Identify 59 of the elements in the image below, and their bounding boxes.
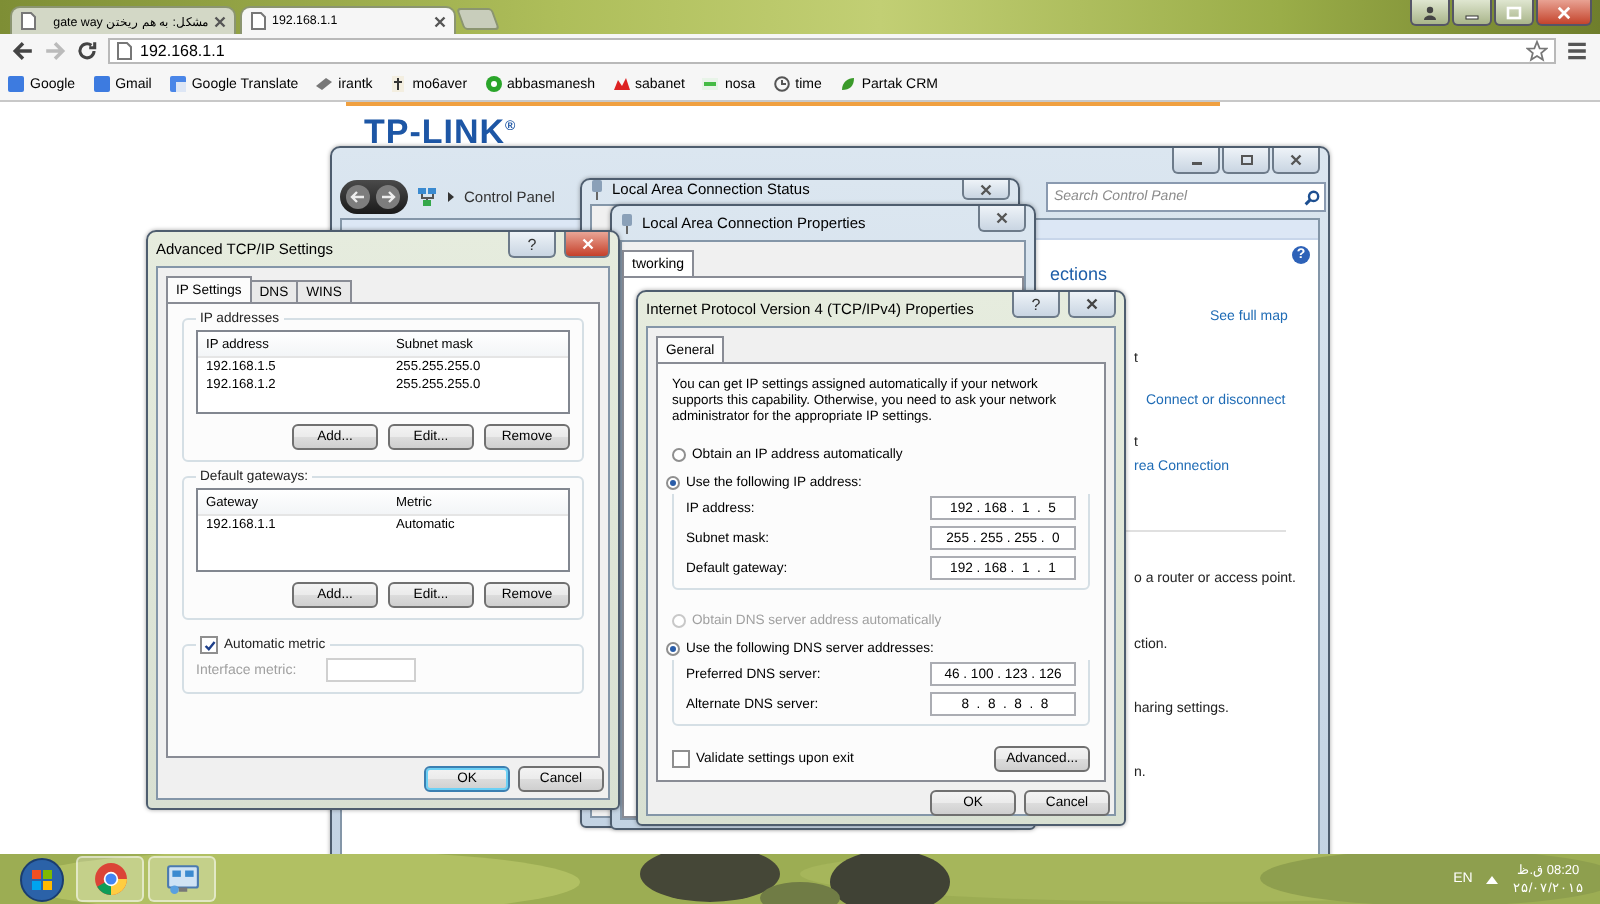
tag-icon: [316, 76, 333, 92]
page-icon: [20, 12, 36, 30]
taskbar-button[interactable]: [76, 856, 144, 902]
maximize-icon: [1239, 154, 1253, 166]
help-button[interactable]: ?: [508, 232, 556, 258]
page-icon: [250, 12, 266, 30]
close-icon: [1086, 298, 1098, 310]
network-icon: [416, 186, 438, 208]
close-icon: [1556, 5, 1572, 19]
close-icon: [214, 15, 226, 27]
close-button[interactable]: [1536, 0, 1592, 26]
caret-icon[interactable]: [1486, 875, 1499, 883]
logo: TP-LINK$^{®}$: [364, 112, 519, 150]
close-icon: [980, 183, 992, 195]
checkbox[interactable]: [200, 636, 218, 654]
page-icon: [116, 42, 132, 60]
ring-logo-icon: [93, 862, 127, 896]
taskbar-button[interactable]: [148, 856, 216, 902]
star-icon[interactable]: [1526, 40, 1548, 62]
orb-icon: [20, 857, 64, 901]
user-icon: [1422, 5, 1438, 19]
user-button[interactable]: [1410, 0, 1450, 26]
radio-button[interactable]: [666, 642, 680, 656]
radio-button[interactable]: [666, 476, 680, 490]
link[interactable]: ections: [1050, 266, 1318, 284]
circle-icon: [485, 76, 502, 92]
back-forward-icon[interactable]: [340, 180, 408, 214]
radio-button[interactable]: [672, 448, 686, 462]
reload-icon[interactable]: [76, 40, 98, 62]
close-icon: [434, 15, 446, 27]
square-icon: [93, 76, 110, 92]
close-button[interactable]: [978, 206, 1026, 232]
square-icon: [169, 76, 186, 92]
minimize-button[interactable]: [1172, 148, 1220, 174]
chevron-icon: [446, 190, 456, 204]
maximize-button[interactable]: [1494, 0, 1534, 26]
maximize-button[interactable]: [1222, 148, 1270, 174]
menu-icon[interactable]: [1566, 40, 1588, 62]
close-icon: [1290, 154, 1302, 166]
back-icon[interactable]: [12, 40, 34, 62]
address-field[interactable]: 192.168.1.1: [108, 38, 1556, 64]
square-icon: [8, 76, 24, 92]
square-icon: [702, 76, 719, 92]
check-icon: [203, 639, 215, 651]
close-button[interactable]: [962, 180, 1010, 200]
leaf-icon: [839, 76, 856, 92]
connector-icon: [590, 180, 604, 200]
checkbox[interactable]: [672, 750, 690, 768]
connector-icon: [620, 213, 634, 233]
close-button[interactable]: [1068, 292, 1116, 318]
restore-icon: [1506, 5, 1522, 19]
minimize-button[interactable]: [1452, 0, 1492, 26]
close-button[interactable]: [564, 232, 610, 258]
monitor-icon: [165, 862, 199, 896]
help-button[interactable]: ?: [1012, 292, 1060, 318]
clock-icon: [773, 76, 790, 92]
close-icon: [581, 238, 593, 250]
close-button[interactable]: [1272, 148, 1320, 174]
close-icon: [996, 212, 1008, 224]
